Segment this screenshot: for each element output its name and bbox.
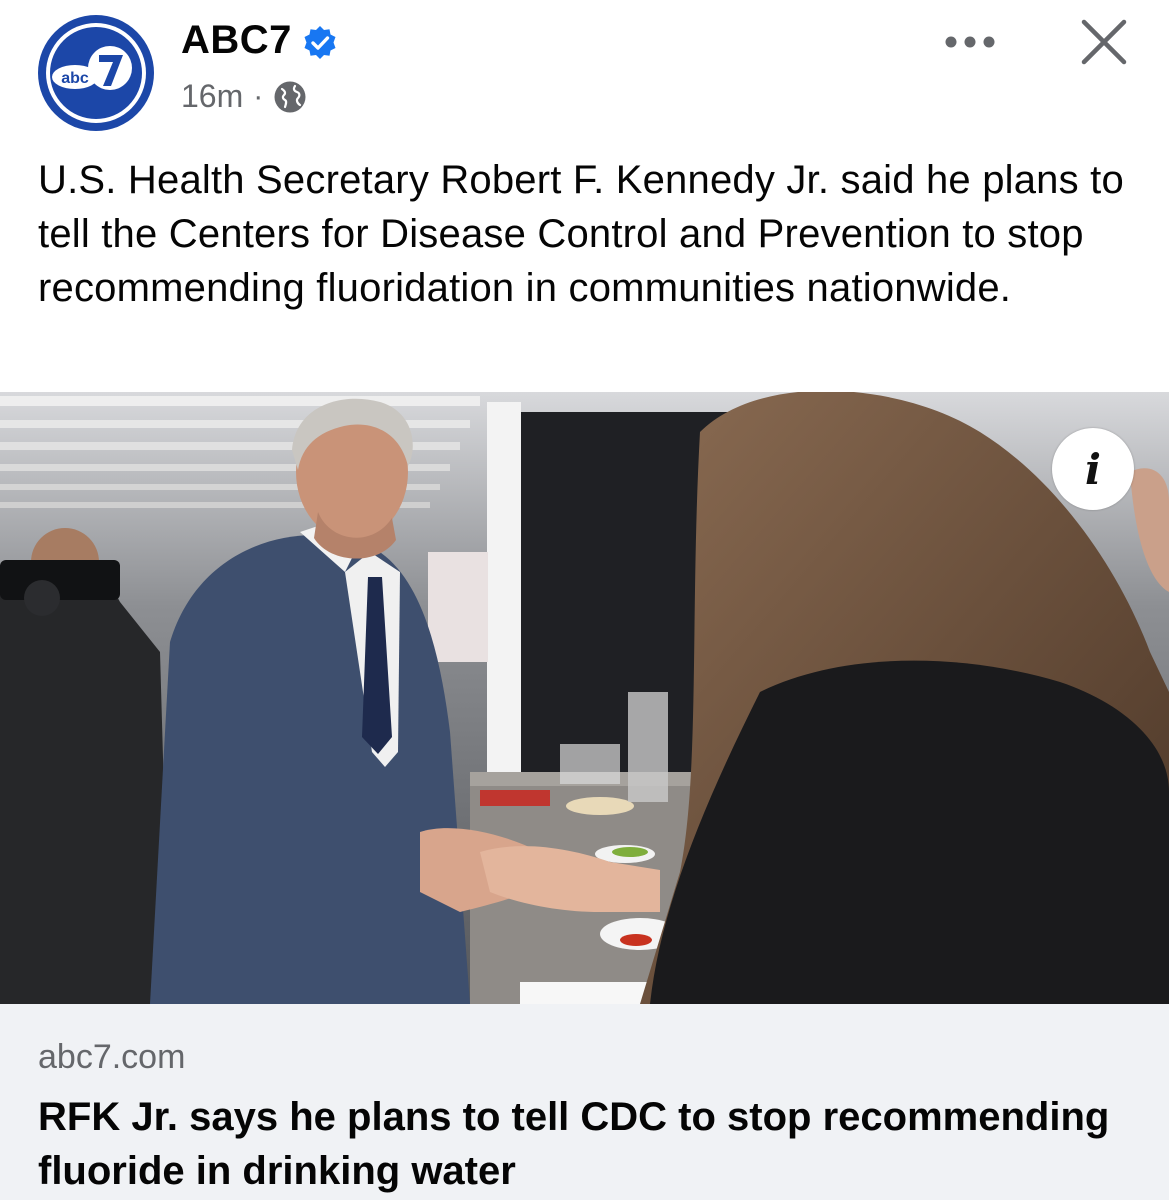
close-icon (1081, 19, 1127, 65)
info-icon: i (1085, 444, 1101, 494)
news-photo-handshake (0, 392, 1169, 1004)
page-name-row: ABC7 (181, 18, 338, 63)
post-timestamp[interactable]: 16m (181, 78, 243, 115)
link-domain: abc7.com (38, 1038, 186, 1076)
post-photo[interactable] (0, 392, 1169, 1004)
close-button[interactable] (1076, 14, 1132, 70)
post-caption: U.S. Health Secretary Robert F. Kennedy … (38, 158, 1124, 310)
more-options-button[interactable] (936, 22, 1004, 62)
globe-icon (274, 81, 306, 112)
page-avatar[interactable]: abc (36, 13, 156, 133)
meta-separator: · (253, 79, 264, 113)
link-title[interactable]: RFK Jr. says he plans to tell CDC to sto… (38, 1090, 1138, 1198)
link-preview-card[interactable]: abc7.com RFK Jr. says he plans to tell C… (0, 1004, 1169, 1200)
facebook-post: abc ABC7 16m · U.S. Health Secretary Rob… (0, 0, 1169, 1200)
more-options-icon (945, 36, 995, 48)
page-name[interactable]: ABC7 (181, 18, 292, 63)
post-header: abc ABC7 16m · (0, 0, 1169, 140)
post-meta: 16m · (181, 78, 307, 115)
info-button[interactable]: i (1052, 428, 1134, 510)
svg-text:abc: abc (61, 70, 89, 87)
verified-badge-icon (304, 25, 336, 59)
abc7-logo-icon: abc (38, 15, 154, 131)
